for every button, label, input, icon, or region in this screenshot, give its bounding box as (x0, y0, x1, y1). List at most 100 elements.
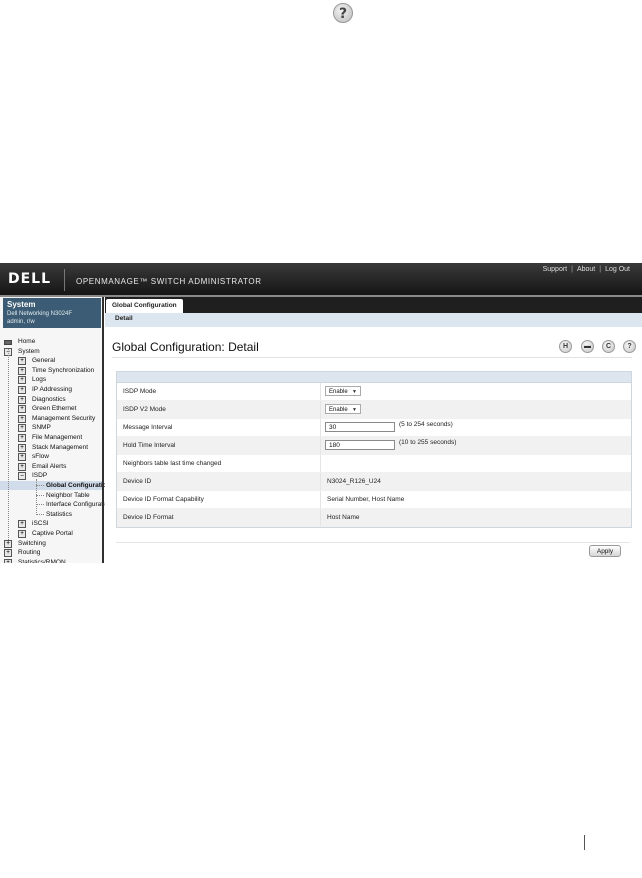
message-interval-input[interactable]: 30 (325, 422, 395, 432)
sidebar-item-file-management[interactable]: + File Management (0, 433, 103, 442)
sidebar-item-time-synchronization[interactable]: + Time Synchronization (0, 366, 103, 375)
subtab-bar: Detail (105, 313, 642, 327)
message-interval-hint: (5 to 254 seconds) (399, 421, 453, 428)
plus-box-icon[interactable]: + (18, 395, 26, 404)
sidebar-item-label: Statistics (46, 510, 73, 518)
help-icon[interactable]: ? (623, 340, 636, 353)
sidebar-item-iscsi[interactable]: + iSCSI (0, 519, 103, 529)
sidebar-item-label: Stack Management (32, 443, 89, 451)
plus-box-icon[interactable]: + (18, 424, 26, 433)
app-title: OPENMANAGE™ SWITCH ADMINISTRATOR (76, 277, 262, 286)
sidebar-item-ip-addressing[interactable]: + IP Addressing (0, 385, 103, 394)
plus-box-icon[interactable]: + (18, 453, 26, 462)
sidebar-item-system[interactable]: − System (0, 347, 103, 356)
plus-box-icon[interactable]: + (18, 530, 26, 538)
subtab-detail[interactable]: Detail (115, 315, 133, 322)
tree-connector (36, 513, 44, 515)
isdp-v2-mode-select[interactable]: Enable ▼ (325, 404, 361, 414)
plus-box-icon[interactable]: + (18, 443, 26, 452)
tree-connector (36, 479, 37, 514)
sidebar-item-captive-portal[interactable]: + Captive Portal (0, 529, 103, 538)
sidebar-item-label: Management Security (32, 414, 96, 422)
plus-box-icon[interactable]: + (18, 376, 26, 385)
plus-box-icon[interactable]: + (18, 520, 26, 529)
device-id-format-label: Device ID Format (123, 514, 174, 521)
sidebar-item-label: Switching (18, 539, 46, 547)
minus-box-icon[interactable]: − (18, 472, 26, 481)
sidebar-item-label: File Management (32, 434, 83, 441)
plus-box-icon[interactable]: + (18, 405, 26, 414)
home-icon (4, 340, 12, 345)
content-pane: Global Configuration Detail Global Confi… (105, 297, 642, 563)
page-footer-rule (584, 835, 585, 850)
table-row: Device ID N3024_R126_U24 (117, 473, 631, 491)
plus-box-icon[interactable]: + (18, 462, 26, 471)
sidebar-item-switching[interactable]: + Switching (0, 539, 103, 548)
plus-box-icon[interactable]: + (4, 549, 12, 558)
device-id-label: Device ID (123, 478, 152, 485)
header-links: Support | About | Log Out (542, 266, 630, 273)
sidebar-item-label: SNMP (32, 424, 51, 432)
sidebar-item-label: Statistics/RMON (18, 558, 66, 563)
sidebar-item-label: Global Configuration (46, 482, 111, 489)
device-id-format-capability-label: Device ID Format Capability (123, 496, 204, 503)
plus-box-icon[interactable]: + (18, 434, 26, 442)
config-table: ISDP Mode Enable ▼ ISDP V2 Mode Enable ▼ M… (116, 371, 632, 528)
plus-box-icon[interactable]: + (18, 414, 26, 423)
sidebar-item-management-security[interactable]: + Management Security (0, 414, 103, 423)
apply-button[interactable]: Apply (589, 545, 621, 557)
tree-connector (36, 504, 44, 506)
table-row: Neighbors table last time changed (117, 455, 631, 473)
device-name: Dell Networking N3024F (7, 311, 73, 317)
header-divider (64, 269, 65, 291)
device-id-value: N3024_R126_U24 (327, 478, 381, 485)
sidebar-item-label: Routing (18, 549, 41, 557)
navigation-sidebar: System Dell Networking N3024F admin, r/w… (0, 297, 112, 563)
refresh-icon[interactable]: C (602, 340, 615, 353)
help-icon[interactable]: ? (333, 3, 353, 23)
hold-time-interval-label: Hold Time Interval (123, 442, 176, 449)
plus-box-icon[interactable]: + (18, 357, 26, 366)
sidebar-item-general[interactable]: + General (0, 356, 103, 366)
sidebar-item-label: IP Addressing (32, 386, 72, 393)
sidebar-item-statistics[interactable]: Statistics (0, 510, 103, 519)
sidebar-item-interface-configuration[interactable]: Interface Configuration (0, 500, 112, 509)
tree-connector (8, 349, 9, 544)
sidebar-item-routing[interactable]: + Routing (0, 548, 103, 558)
sidebar-item-logs[interactable]: + Logs (0, 375, 103, 385)
sidebar-item-green-ethernet[interactable]: + Green Ethernet (0, 404, 103, 414)
hold-time-interval-input[interactable]: 180 (325, 440, 395, 450)
print-icon[interactable]: ▬ (581, 340, 594, 353)
sidebar-item-label: sFlow (32, 453, 49, 461)
sidebar-item-label: Neighbor Table (46, 491, 90, 499)
save-icon[interactable]: H (559, 340, 572, 353)
tree-connector (36, 494, 44, 496)
plus-box-icon[interactable]: + (18, 386, 26, 394)
plus-box-icon[interactable]: + (4, 558, 12, 563)
apply-divider (116, 542, 630, 543)
header-bar: DELL OPENMANAGE™ SWITCH ADMINISTRATOR Su… (0, 263, 642, 297)
sidebar-item-home[interactable]: Home (0, 337, 103, 346)
isdp-mode-select[interactable]: Enable ▼ (325, 386, 361, 396)
about-link[interactable]: About (577, 266, 595, 273)
sidebar-item-label: Time Synchronization (32, 366, 95, 374)
device-id-format-capability-value: Serial Number, Host Name (327, 496, 405, 503)
plus-box-icon[interactable]: + (18, 366, 26, 375)
sidebar-item-snmp[interactable]: + SNMP (0, 423, 103, 433)
sidebar-item-global-configuration[interactable]: Global Configuration (0, 481, 111, 490)
table-row: ISDP V2 Mode Enable ▼ (117, 401, 631, 419)
table-row: Device ID Format Capability Serial Numbe… (117, 491, 631, 509)
sidebar-item-stack-management[interactable]: + Stack Management (0, 443, 103, 452)
sidebar-item-email-alerts[interactable]: + Email Alerts (0, 462, 103, 471)
sidebar-item-diagnostics[interactable]: + Diagnostics (0, 395, 103, 404)
sidebar-item-label: Logs (32, 376, 47, 384)
tree-connector (36, 485, 44, 486)
sidebar-item-isdp[interactable]: − ISDP (0, 471, 103, 481)
sidebar-item-statistics-rmon[interactable]: + Statistics/RMON (0, 558, 103, 563)
logout-link[interactable]: Log Out (605, 266, 630, 273)
table-row: Device ID Format Host Name (117, 509, 631, 527)
support-link[interactable]: Support (543, 266, 568, 273)
tab-global-configuration[interactable]: Global Configuration (106, 299, 183, 313)
sidebar-item-neighbor-table[interactable]: Neighbor Table (0, 491, 103, 500)
sidebar-item-sflow[interactable]: + sFlow (0, 452, 103, 462)
